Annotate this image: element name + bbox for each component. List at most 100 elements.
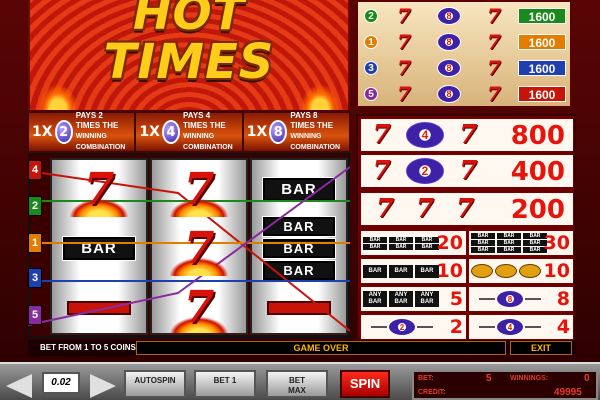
- payout-amount: 10: [436, 260, 463, 282]
- line-tab-2[interactable]: 2: [28, 196, 42, 216]
- reel-symbol-bar: BAR: [252, 160, 346, 219]
- triple-bar-icon: BAR BAR BAR: [497, 233, 521, 253]
- combo-symbols: 7 2 7: [365, 155, 485, 187]
- multiplier-count: 1X: [32, 124, 53, 140]
- dash-icon: [479, 326, 495, 328]
- paytable-cell-double-bar: BAR BAR BAR BAR BAR BAR 20: [360, 230, 467, 256]
- line-tab-5[interactable]: 5: [28, 305, 42, 325]
- exit-button[interactable]: EXIT: [510, 341, 572, 355]
- double-bar-icon: BAR BAR: [363, 236, 387, 250]
- multiplier-description: PAYS 4 TIMES THE WINNING COMBINATION: [183, 111, 242, 153]
- bar-symbol-icon: BAR: [62, 236, 136, 261]
- payout-amount: 8: [556, 288, 570, 310]
- combo-symbols: BAR BAR BAR BAR BAR BAR BAR BAR BAR: [471, 231, 547, 255]
- multiplier-8-icon: 8: [436, 59, 461, 77]
- multiplier-info-row: 1X 2 PAYS 2 TIMES THE WINNING COMBINATIO…: [28, 111, 350, 153]
- payout-amount: 5: [449, 288, 463, 310]
- line-tab-1[interactable]: 1: [28, 233, 42, 253]
- bar-label: BAR: [420, 299, 434, 305]
- paytable-row-200: 7 7 7 200: [360, 192, 574, 226]
- multiplier-count: 1X: [139, 124, 160, 140]
- multiplier-badge-icon: 2: [54, 120, 73, 144]
- logo-word-times: TIMES: [103, 34, 275, 90]
- seven-symbol-icon: 7: [487, 4, 501, 28]
- payout-amount: 800: [510, 121, 565, 151]
- paytable-cell-cherry: 10: [468, 258, 574, 284]
- increase-coin-icon[interactable]: [90, 374, 116, 398]
- autospin-button[interactable]: AUTOSPIN: [124, 370, 186, 398]
- reel-symbol-bar: BAR: [52, 219, 146, 278]
- bar-symbol-icon: BAR: [262, 177, 336, 202]
- reel-symbol-seven: 7: [152, 278, 246, 333]
- spin-button[interactable]: SPIN: [340, 370, 390, 398]
- seven-symbol-icon: 7: [459, 120, 478, 150]
- bet-range-text: BET FROM 1 TO 5 COINS: [40, 343, 136, 352]
- seven-symbol-icon: 7: [455, 194, 475, 224]
- decrease-coin-icon[interactable]: [6, 374, 32, 398]
- line-combo: 7 8 7: [384, 82, 514, 106]
- multiplier-text-line: PAYS 8: [290, 111, 318, 120]
- multiplier-badge-icon: 8: [269, 120, 288, 144]
- reel-symbol-seven: 7: [152, 219, 246, 278]
- multiplier-8-icon: 8: [436, 85, 461, 103]
- reel-symbol-triple-bar: BAR BAR BAR: [252, 216, 346, 281]
- line-payout: 1600: [518, 86, 566, 102]
- winnings-value: 0: [584, 373, 590, 384]
- line-tab-3[interactable]: 3: [28, 268, 42, 288]
- seven-symbol-icon: 7: [397, 56, 411, 80]
- triple-bar-icon: BAR BAR BAR: [471, 233, 495, 253]
- bar-label: BAR: [363, 236, 387, 243]
- bar-label: BAR: [497, 247, 521, 253]
- line-payout: 1600: [518, 60, 566, 76]
- lines-row: 2 7 8 7 1600: [358, 4, 570, 28]
- combo-symbols: 8: [479, 287, 541, 311]
- multiplier-text-line: TIMES THE: [183, 121, 226, 130]
- bar-label: BAR: [394, 299, 408, 305]
- line-number-badge: 5: [364, 87, 378, 101]
- bar-label: BAR: [497, 233, 521, 239]
- multiplier-description: PAYS 8 TIMES THE WINNING COMBINATION: [290, 111, 349, 153]
- combo-symbols: [471, 259, 541, 283]
- reel-window: 7 BAR 7 7 7 BAR BAR BAR BAR: [28, 153, 350, 338]
- winnings-label: WINNINGS:: [510, 375, 549, 382]
- any-bar-icon: ANY BAR: [415, 291, 439, 307]
- combo-symbols: 7 7 7: [365, 193, 485, 225]
- bet-max-label-2: MAX: [288, 386, 306, 395]
- reel-2: 7 7 7: [150, 158, 248, 335]
- multiplier-panel-2x: 1X 2 PAYS 2 TIMES THE WINNING COMBINATIO…: [28, 111, 136, 152]
- paytable-cell-4x: 4 4: [468, 314, 574, 340]
- bar-label: BAR: [471, 247, 495, 253]
- bar-label: BAR: [471, 233, 495, 239]
- lines-row: 1 7 8 7 1600: [358, 30, 570, 54]
- bar-label: BAR: [389, 243, 413, 250]
- credit-display: BET: 5 WINNINGS: 0 CREDIT: 49995: [412, 370, 598, 400]
- double-bar-icon: BAR BAR: [389, 236, 413, 250]
- multiplier-panel-8x: 1X 8 PAYS 8 TIMES THE WINNING COMBINATIO…: [242, 111, 350, 153]
- game-message: GAME OVER: [136, 341, 506, 355]
- seven-symbol-icon: 7: [372, 156, 391, 186]
- multiplier-text-line: WINNING COMBINATION: [290, 133, 341, 151]
- game-logo: HOT TIMES: [28, 0, 350, 110]
- reel-1: 7 BAR: [50, 158, 148, 335]
- bet-one-button[interactable]: BET 1: [194, 370, 256, 398]
- credit-label: CREDIT:: [418, 389, 446, 396]
- bar-symbol-icon: BAR: [262, 238, 336, 259]
- reel-symbol-seven: 7: [52, 160, 146, 219]
- bet-value: 5: [486, 373, 492, 384]
- combo-symbols: ANY BAR ANY BAR ANY BAR: [363, 287, 439, 311]
- bet-max-label-1: BET: [289, 376, 305, 385]
- multiplier-4-icon: 4: [405, 122, 444, 148]
- bar-label: BAR: [415, 243, 439, 250]
- multiplier-8-icon: 8: [436, 33, 461, 51]
- line-payout: 1600: [518, 8, 566, 24]
- seven-symbol-icon: 7: [487, 82, 501, 106]
- multiplier-text-line: PAYS 2: [75, 111, 103, 120]
- seven-symbol-icon: 7: [415, 194, 435, 224]
- line-number-badge: 1: [364, 35, 378, 49]
- line-tab-4[interactable]: 4: [28, 160, 42, 180]
- bet-max-button[interactable]: BET MAX: [266, 370, 328, 398]
- combo-symbols: 7 4 7: [365, 119, 485, 151]
- paytable-row-800: 7 4 7 800: [360, 118, 574, 152]
- multiplier-text-line: WINNING COMBINATION: [183, 133, 233, 151]
- combo-symbols: 2: [371, 315, 433, 339]
